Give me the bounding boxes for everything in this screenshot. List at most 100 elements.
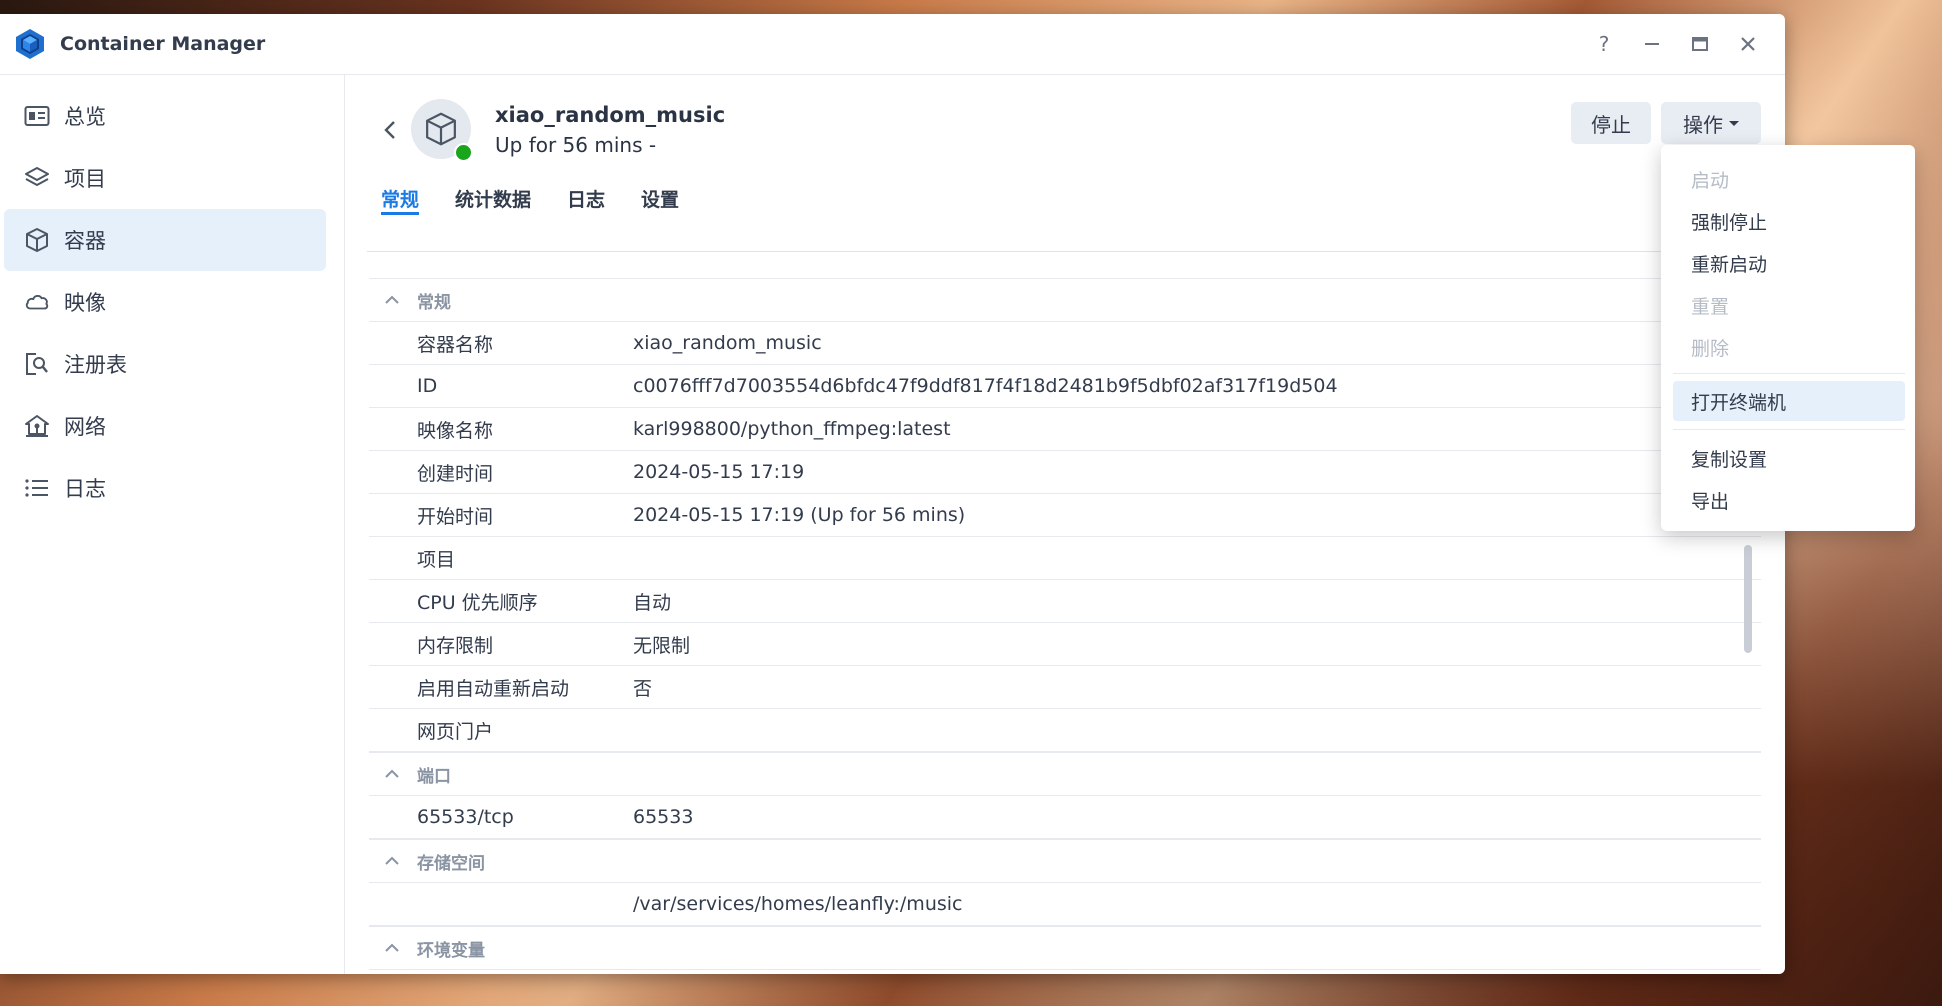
tab-divider <box>367 251 1765 252</box>
help-icon[interactable]: ? <box>1593 32 1615 56</box>
chevron-up-icon[interactable] <box>383 295 401 305</box>
sidebar-item-registry[interactable]: 注册表 <box>4 333 326 395</box>
row-key: 映像名称 <box>417 419 494 442</box>
close-icon[interactable] <box>1737 33 1759 55</box>
details-table: 常规 容器名称 xiao_random_music ID c0076fff7d700… <box>369 278 1761 970</box>
section-title: 常规 <box>417 292 451 313</box>
maximize-icon[interactable] <box>1689 33 1711 55</box>
row-key: 启用自动重新启动 <box>417 677 570 700</box>
row-value: 65533 <box>633 806 694 828</box>
tab-settings[interactable]: 设置 <box>641 185 679 215</box>
row-value: 无限制 <box>633 634 691 657</box>
section-header-general[interactable]: 常规 <box>369 278 1761 322</box>
sidebar-item-network[interactable]: 网络 <box>4 395 326 457</box>
section-header-storage[interactable]: 存储空间 <box>369 839 1761 883</box>
sidebar-item-label: 总览 <box>64 105 106 129</box>
container-manager-logo-icon <box>16 29 44 59</box>
sidebar-item-overview[interactable]: 总览 <box>4 85 326 147</box>
tab-general[interactable]: 常规 <box>381 185 420 215</box>
sidebar-item-containers[interactable]: 容器 <box>4 209 326 271</box>
table-row: 开始时间 2024-05-15 17:19 (Up for 56 mins) <box>369 494 1761 537</box>
tab-logs[interactable]: 日志 <box>567 185 605 215</box>
row-value: c0076fff7d7003554d6bfdc47f9ddf817f4f18d2… <box>633 375 1338 397</box>
row-key: 开始时间 <box>417 505 494 528</box>
row-key: ID <box>417 375 438 397</box>
section-header-ports[interactable]: 端口 <box>369 752 1761 796</box>
cube-icon <box>24 227 50 253</box>
table-row: 网页门户 <box>369 709 1761 752</box>
sidebar-item-label: 日志 <box>64 477 106 501</box>
menu-divider <box>1673 429 1905 430</box>
row-value: 自动 <box>633 591 672 614</box>
menu-item-restart[interactable]: 重新启动 <box>1673 243 1905 283</box>
container-name: xiao_random_music <box>495 103 726 127</box>
row-key: 65533/tcp <box>417 806 514 828</box>
row-key: 网页门户 <box>417 720 494 743</box>
stop-button[interactable]: 停止 <box>1571 102 1651 144</box>
sidebar-item-label: 映像 <box>64 291 106 315</box>
app-title: Container Manager <box>60 33 266 55</box>
cloud-icon <box>24 289 50 315</box>
title-bar: Container Manager ? <box>0 14 1785 75</box>
table-row: 映像名称 karl998800/python_ffmpeg:latest <box>369 408 1761 451</box>
table-row: 启用自动重新启动 否 <box>369 666 1761 709</box>
registry-search-icon <box>24 351 50 377</box>
tab-bar: 常规 统计数据 日志 设置 <box>381 185 715 215</box>
overview-icon <box>24 103 50 129</box>
tab-statistics[interactable]: 统计数据 <box>455 185 531 215</box>
table-row: 容器名称 xiao_random_music <box>369 322 1761 365</box>
sidebar-item-logs[interactable]: 日志 <box>4 457 326 519</box>
row-value: 2024-05-15 17:19 (Up for 56 mins) <box>633 504 966 526</box>
action-button[interactable]: 操作 <box>1661 102 1761 144</box>
chevron-up-icon[interactable] <box>383 856 401 866</box>
table-row: 65533/tcp 65533 <box>369 796 1761 839</box>
table-row: CPU 优先顺序 自动 <box>369 580 1761 623</box>
container-status: Up for 56 mins - <box>495 133 657 157</box>
stop-button-label: 停止 <box>1591 112 1631 137</box>
menu-divider <box>1673 373 1905 374</box>
table-row: /var/services/homes/leanfly:/music <box>369 883 1761 926</box>
menu-item-force-stop[interactable]: 强制停止 <box>1673 201 1905 241</box>
menu-item-start: 启动 <box>1691 169 1730 192</box>
action-dropdown-menu: 启动 强制停止 重新启动 重置 删除 打开终端机 复制设置 导出 <box>1661 145 1915 531</box>
sidebar-item-label: 容器 <box>64 229 106 253</box>
chevron-down-icon <box>1729 120 1739 126</box>
menu-item-export[interactable]: 导出 <box>1673 480 1905 520</box>
row-key: 创建时间 <box>417 462 494 485</box>
table-row: 内存限制 无限制 <box>369 623 1761 666</box>
minimize-icon[interactable] <box>1641 33 1663 55</box>
cube-icon <box>426 112 456 146</box>
sidebar: 总览 项目 容器 映像 注册表 网络 日志 <box>0 75 345 974</box>
row-key: 容器名称 <box>417 333 494 356</box>
menu-item-duplicate-settings[interactable]: 复制设置 <box>1673 438 1905 478</box>
sidebar-item-label: 网络 <box>64 415 106 439</box>
sidebar-item-projects[interactable]: 项目 <box>4 147 326 209</box>
row-key: CPU 优先顺序 <box>417 591 538 614</box>
list-icon <box>24 475 50 501</box>
action-button-label: 操作 <box>1683 112 1723 137</box>
detail-panel: xiao_random_music Up for 56 mins - 停止 操作… <box>345 75 1785 974</box>
section-title: 存储空间 <box>417 853 485 874</box>
row-value: 否 <box>633 677 653 700</box>
section-title: 端口 <box>417 766 451 787</box>
back-icon[interactable] <box>375 115 405 145</box>
table-row: 创建时间 2024-05-15 17:19 <box>369 451 1761 494</box>
running-status-dot <box>454 143 473 162</box>
sidebar-item-images[interactable]: 映像 <box>4 271 326 333</box>
network-home-icon <box>24 413 50 439</box>
table-row: 项目 <box>369 537 1761 580</box>
sidebar-item-label: 注册表 <box>64 353 127 377</box>
menu-item-open-terminal[interactable]: 打开终端机 <box>1673 381 1905 421</box>
chevron-up-icon[interactable] <box>383 769 401 779</box>
sidebar-item-label: 项目 <box>64 167 106 191</box>
section-header-env[interactable]: 环境变量 <box>369 926 1761 970</box>
row-value: 2024-05-15 17:19 <box>633 461 805 483</box>
scrollbar-thumb[interactable] <box>1744 545 1752 653</box>
menu-item-reset: 重置 <box>1691 295 1730 318</box>
chevron-up-icon[interactable] <box>383 943 401 953</box>
table-row: ID c0076fff7d7003554d6bfdc47f9ddf817f4f18… <box>369 365 1761 408</box>
row-key: 项目 <box>417 548 456 571</box>
app-window: Container Manager ? 总览 项目 容器 映像 注册表 网络 日… <box>0 14 1785 974</box>
row-value: karl998800/python_ffmpeg:latest <box>633 418 951 440</box>
layers-icon <box>24 165 50 191</box>
